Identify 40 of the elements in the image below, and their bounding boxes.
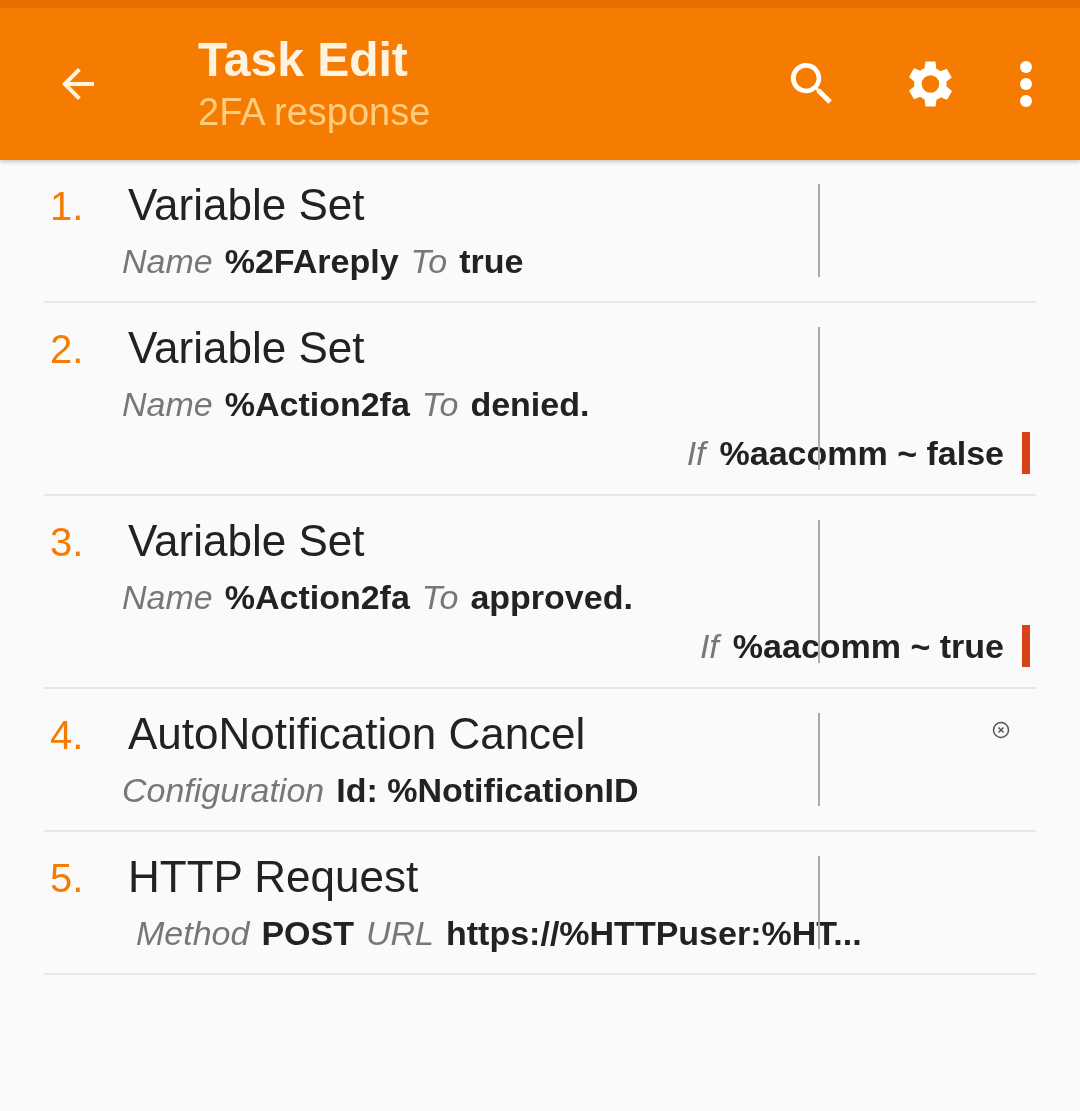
condition-marker: [1022, 625, 1030, 667]
action-row[interactable]: 2. Variable Set Name %Action2fa To denied. If %aacomm ~ false: [44, 303, 1036, 496]
action-row[interactable]: 1. Variable Set Name %2FAreply To true: [44, 160, 1036, 303]
action-title: Variable Set: [128, 323, 365, 373]
action-title: Variable Set: [128, 516, 365, 566]
task-name: 2FA response: [198, 90, 432, 135]
more-icon: [1019, 60, 1033, 108]
action-number: 1.: [50, 184, 85, 229]
action-number: 3.: [50, 520, 85, 565]
action-row[interactable]: 4. AutoNotification Cancel Configuration Id: %NotificationID: [44, 689, 1036, 832]
parameter-label: URL: [366, 914, 434, 953]
parameter-value: https://%HTTPuser:%HT...: [446, 914, 862, 953]
parameter-label: Method: [136, 914, 250, 953]
parameter-label: To: [410, 242, 448, 281]
parameter-value: %2FAreply: [224, 242, 399, 281]
screen-title: Task Edit: [198, 32, 409, 88]
parameter-value: true: [459, 242, 524, 281]
action-number: 2.: [50, 327, 85, 372]
parameter-value: %Action2fa: [224, 385, 410, 424]
parameter-value: denied.: [470, 385, 590, 424]
parameter-label: To: [421, 578, 459, 617]
parameter-label: Configuration: [122, 771, 325, 810]
parameter-value: POST: [261, 914, 354, 953]
condition-value: %aacomm ~ true: [732, 626, 1004, 666]
parameter-value: %Action2fa: [224, 578, 410, 617]
condition-value: %aacomm ~ false: [719, 433, 1004, 473]
action-title: Variable Set: [128, 180, 365, 230]
action-title: HTTP Request: [128, 852, 419, 902]
condition-marker: [1022, 432, 1030, 474]
action-row[interactable]: 5. HTTP Request Method POST URL https://%HTTPuser:%HT...: [44, 832, 1036, 975]
action-title: AutoNotification Cancel: [128, 709, 586, 759]
action-number: 4.: [50, 713, 85, 758]
parameter-value: Id: %NotificationID: [336, 771, 639, 810]
action-row[interactable]: 3. Variable Set Name %Action2fa To approved. If %aacomm ~ true: [44, 496, 1036, 689]
parameter-label: Name: [122, 385, 213, 424]
parameter-label: Name: [122, 242, 213, 281]
action-number: 5.: [50, 856, 85, 901]
parameter-label: To: [421, 385, 459, 424]
parameter-value: approved.: [470, 578, 633, 617]
parameter-label: Name: [122, 578, 213, 617]
